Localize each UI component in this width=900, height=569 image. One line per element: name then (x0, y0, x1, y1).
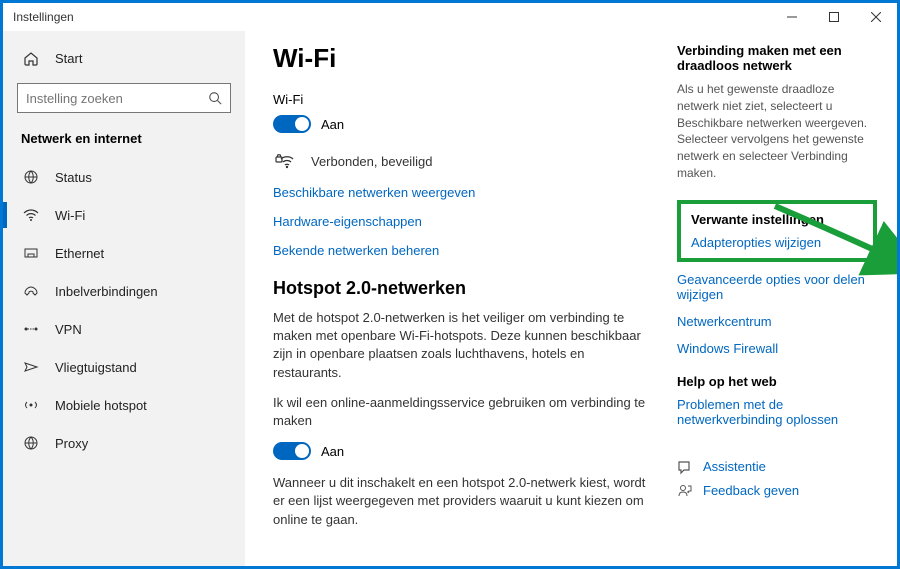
wifi-icon (21, 205, 41, 225)
sidebar-item-wifi[interactable]: Wi-Fi (3, 196, 245, 234)
ethernet-icon (21, 243, 41, 263)
link-troubleshoot[interactable]: Problemen met de netwerkverbinding oplos… (677, 397, 877, 427)
sidebar-item-label: Wi-Fi (55, 208, 85, 223)
sidebar: Start Netwerk en internet Status (3, 31, 245, 566)
sidebar-home[interactable]: Start (3, 39, 245, 77)
proxy-icon (21, 433, 41, 453)
wifi-toggle[interactable] (273, 115, 311, 133)
sidebar-item-label: Proxy (55, 436, 88, 451)
sidebar-item-ethernet[interactable]: Ethernet (3, 234, 245, 272)
aside-help-title: Help op het web (677, 374, 877, 389)
sidebar-item-vpn[interactable]: VPN (3, 310, 245, 348)
hotspot-title: Hotspot 2.0-netwerken (273, 278, 647, 299)
hotspot-toggle[interactable] (273, 442, 311, 460)
main-content: Wi-Fi Wi-Fi Aan Verbonde (273, 43, 647, 566)
feedback-label: Feedback geven (703, 483, 799, 498)
aside-related-title: Verwante instellingen (691, 212, 863, 227)
aside: Verbinding maken met een draadloos netwe… (677, 43, 877, 566)
titlebar: Instellingen (3, 3, 897, 31)
maximize-button[interactable] (813, 3, 855, 31)
assist-icon (677, 459, 695, 475)
page-title: Wi-Fi (273, 43, 647, 74)
sidebar-item-airplane[interactable]: Vliegtuigstand (3, 348, 245, 386)
sidebar-item-label: Status (55, 170, 92, 185)
wifi-secure-icon (273, 147, 301, 175)
status-icon (21, 167, 41, 187)
wifi-toggle-label: Aan (321, 117, 344, 132)
hotspot-icon (21, 395, 41, 415)
airplane-icon (21, 357, 41, 377)
assist-label: Assistentie (703, 459, 766, 474)
sidebar-item-label: Inbelverbindingen (55, 284, 158, 299)
minimize-button[interactable] (771, 3, 813, 31)
sidebar-home-label: Start (55, 51, 82, 66)
vpn-icon (21, 319, 41, 339)
sidebar-item-status[interactable]: Status (3, 158, 245, 196)
hotspot-desc1: Met de hotspot 2.0-netwerken is het veil… (273, 309, 647, 382)
sidebar-category: Netwerk en internet (3, 123, 245, 158)
feedback-icon (677, 483, 695, 499)
link-known-networks[interactable]: Bekende netwerken beheren (273, 243, 647, 258)
search-box[interactable] (17, 83, 231, 113)
search-input[interactable] (26, 91, 208, 106)
sidebar-item-label: Mobiele hotspot (55, 398, 147, 413)
aside-connect-desc: Als u het gewenste draadloze netwerk nie… (677, 81, 877, 182)
hotspot-desc3: Wanneer u dit inschakelt en een hotspot … (273, 474, 647, 529)
sidebar-item-label: VPN (55, 322, 82, 337)
aside-connect-title: Verbinding maken met een draadloos netwe… (677, 43, 877, 73)
link-hardware-properties[interactable]: Hardware-eigenschappen (273, 214, 647, 229)
close-button[interactable] (855, 3, 897, 31)
link-windows-firewall[interactable]: Windows Firewall (677, 341, 877, 356)
sidebar-item-label: Ethernet (55, 246, 104, 261)
sidebar-item-proxy[interactable]: Proxy (3, 424, 245, 462)
home-icon (21, 48, 41, 68)
hotspot-toggle-label: Aan (321, 444, 344, 459)
link-adapter-options[interactable]: Adapteropties wijzigen (691, 235, 863, 250)
wifi-status-text: Verbonden, beveiligd (311, 154, 432, 169)
sidebar-item-dialup[interactable]: Inbelverbindingen (3, 272, 245, 310)
link-feedback[interactable]: Feedback geven (677, 483, 877, 499)
window-title: Instellingen (13, 10, 74, 24)
link-assistance[interactable]: Assistentie (677, 459, 877, 475)
link-sharing-options[interactable]: Geavanceerde opties voor delen wijzigen (677, 272, 877, 302)
link-network-center[interactable]: Netwerkcentrum (677, 314, 877, 329)
dialup-icon (21, 281, 41, 301)
link-available-networks[interactable]: Beschikbare netwerken weergeven (273, 185, 647, 200)
related-settings-box: Verwante instellingen Adapteropties wijz… (677, 200, 877, 262)
hotspot-desc2: Ik wil een online-aanmeldingsservice geb… (273, 394, 647, 430)
wifi-status: Verbonden, beveiligd (273, 147, 647, 175)
search-icon (208, 91, 222, 105)
sidebar-item-label: Vliegtuigstand (55, 360, 137, 375)
wifi-section-label: Wi-Fi (273, 92, 647, 107)
sidebar-item-hotspot[interactable]: Mobiele hotspot (3, 386, 245, 424)
